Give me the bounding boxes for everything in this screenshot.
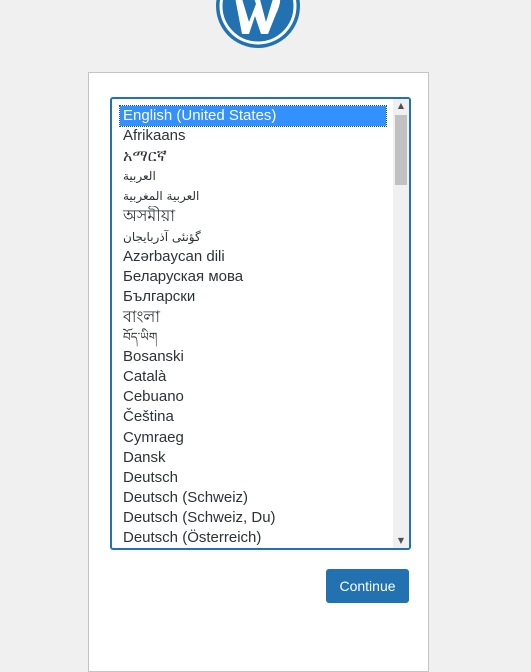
language-option[interactable]: English (United States) [119,104,387,128]
language-option[interactable]: Català [120,367,396,387]
language-option[interactable]: বাংলা [120,307,396,327]
continue-button[interactable]: Continue [326,569,409,603]
scroll-down-arrow-icon[interactable]: ▼ [393,534,409,548]
language-option[interactable]: অসমীয়া [120,206,396,226]
language-option[interactable]: Български [120,287,396,307]
language-option[interactable]: Беларуская мова [120,267,396,287]
language-option[interactable]: Deutsch (Schweiz, Du) [120,508,396,528]
language-option[interactable]: Dansk [120,448,396,468]
language-option[interactable]: Čeština [120,407,396,427]
language-option[interactable]: Deutsch [120,468,396,488]
language-option[interactable]: Deutsch (Schweiz) [120,488,396,508]
language-option[interactable]: Bosanski [120,347,396,367]
scroll-up-arrow-icon[interactable]: ▲ [393,99,409,113]
language-option[interactable]: Azərbaycan dili [120,247,396,267]
language-option[interactable]: Deutsch (Österreich) [120,528,396,548]
scrollbar-thumb[interactable] [395,115,407,185]
language-option[interactable]: አማርኛ [120,146,396,166]
language-option[interactable]: Cebuano [120,387,396,407]
language-option[interactable]: བོད་ཡིག [120,327,396,347]
language-option[interactable]: Afrikaans [120,126,396,146]
language-option[interactable]: العربية المغربية [120,186,396,206]
language-option[interactable]: گؤنئی آذربایجان [120,227,396,247]
vertical-scrollbar[interactable]: ▲ ▼ [393,99,409,548]
language-option[interactable]: Cymraeg [120,428,396,448]
language-select[interactable]: English (United States) Afrikaans አማርኛ ا… [110,97,411,550]
language-option[interactable]: العربية [120,166,396,186]
wordpress-logo-icon [216,0,300,48]
language-options-list: English (United States) Afrikaans አማርኛ ا… [119,104,396,548]
